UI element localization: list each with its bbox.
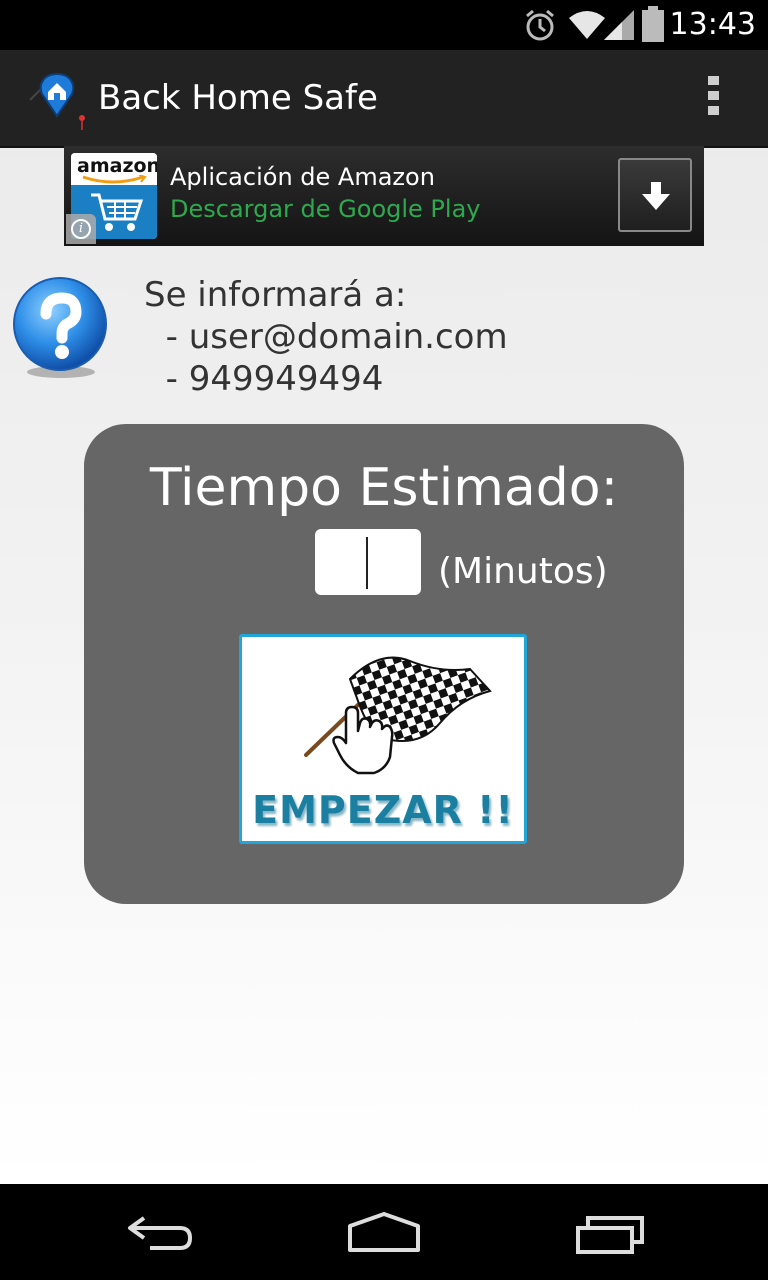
navigation-bar: [0, 1184, 768, 1280]
notify-heading: Se informará a:: [144, 275, 407, 315]
start-button[interactable]: EMPEZAR !!: [239, 634, 527, 844]
status-time: 13:43: [669, 7, 756, 42]
recipient-email: - user@domain.com: [144, 317, 508, 357]
menu-dot-icon: [707, 106, 719, 115]
ad-banner[interactable]: amazon i Aplicación de Amazon Descargar …: [64, 146, 704, 246]
estimated-time-title: Tiempo Estimado:: [149, 458, 619, 518]
menu-dot-icon: [707, 91, 719, 100]
wifi-icon: [569, 11, 605, 39]
menu-dot-icon: [707, 76, 719, 85]
action-bar: Back Home Safe: [0, 50, 768, 148]
recent-apps-icon[interactable]: [574, 1214, 646, 1254]
minutes-input-cursor-layer: [315, 529, 421, 595]
smile-arrow-icon: [82, 175, 147, 184]
ad-download-button[interactable]: [618, 158, 692, 232]
download-arrow-icon: [642, 182, 670, 210]
app-logo-icon[interactable]: [22, 70, 86, 134]
overflow-menu-button[interactable]: [698, 76, 728, 122]
app-title: Back Home Safe: [98, 78, 378, 118]
ad-brand-text: amazon: [77, 155, 157, 177]
ad-subtitle: Descargar de Google Play: [170, 195, 481, 223]
signal-icon: [604, 10, 634, 40]
recipient-phone: - 949949494: [144, 359, 384, 399]
time-estimate-card: Tiempo Estimado: (Minutos) EMPEZAR !!: [84, 424, 684, 904]
checkered-flag-icon: [304, 656, 492, 775]
info-icon: i: [71, 219, 91, 239]
help-question-icon[interactable]: [12, 276, 110, 380]
status-bar: 13:43: [0, 0, 768, 50]
notify-recipients: Se informará a: - user@domain.com - 9499…: [144, 274, 508, 400]
alarm-icon: [526, 9, 554, 41]
ad-title: Aplicación de Amazon: [170, 163, 435, 191]
back-icon[interactable]: [124, 1212, 196, 1252]
start-button-label: EMPEZAR !!: [252, 788, 514, 832]
battery-icon: [642, 6, 664, 42]
text-cursor: [366, 537, 368, 589]
home-icon[interactable]: [346, 1210, 422, 1254]
shopping-cart-icon: [91, 193, 144, 231]
ad-info-button[interactable]: i: [66, 214, 96, 244]
minutes-unit-label: (Minutos): [438, 551, 608, 592]
